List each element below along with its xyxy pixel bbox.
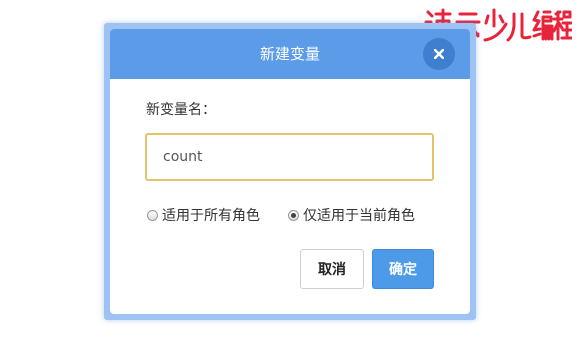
- dialog-title: 新建变量: [259, 45, 320, 63]
- radio-button-checked[interactable]: [288, 209, 299, 221]
- radio-this-sprite-only[interactable]: 仅适用于当前角色: [288, 205, 415, 225]
- close-button[interactable]: [423, 38, 455, 70]
- radio-this-sprite-only-label: 仅适用于当前角色: [303, 208, 415, 224]
- cancel-button[interactable]: 取消: [300, 249, 364, 289]
- new-variable-dialog: 新建变量 新变量名： 适用于所有角色 仅适用于当前角色 取消 确定: [110, 29, 470, 314]
- close-icon: [434, 49, 444, 59]
- radio-all-sprites-label: 适用于所有角色: [162, 208, 260, 224]
- variable-name-label: 新变量名：: [146, 102, 216, 118]
- radio-all-sprites[interactable]: 适用于所有角色: [147, 205, 260, 225]
- variable-name-input[interactable]: [145, 133, 434, 181]
- ok-button[interactable]: 确定: [372, 249, 434, 289]
- radio-button-unchecked[interactable]: [147, 209, 158, 221]
- dialog-header: 新建变量: [110, 29, 470, 79]
